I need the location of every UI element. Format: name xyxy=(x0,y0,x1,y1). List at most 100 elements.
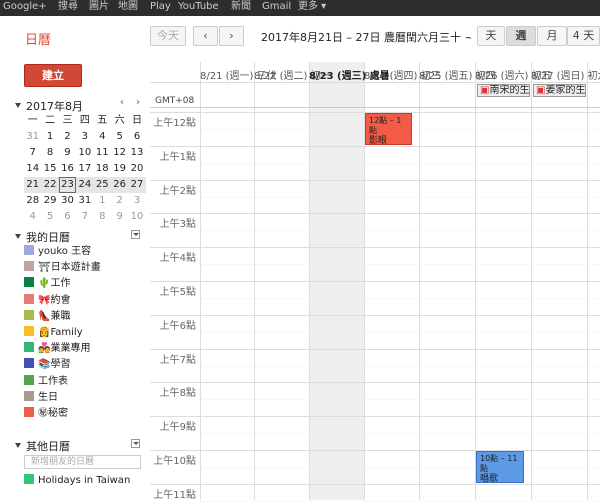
allday-event-chip[interactable]: ▣南宋的生 xyxy=(477,84,530,97)
topbar-link-8[interactable]: 更多 ▾ xyxy=(298,1,326,13)
mini-day[interactable]: 17 xyxy=(76,161,93,177)
mini-day[interactable]: 5 xyxy=(111,129,128,145)
collapse-my-calendars-icon[interactable] xyxy=(15,234,21,239)
view-day-button[interactable]: 天 xyxy=(477,26,505,46)
mini-day[interactable]: 3 xyxy=(128,193,145,209)
mini-day[interactable]: 10 xyxy=(128,209,145,225)
collapse-mini-cal-icon[interactable] xyxy=(15,103,21,108)
mini-weekday: 日 xyxy=(132,115,143,126)
topbar-link-4[interactable]: Play xyxy=(150,1,171,13)
event-block[interactable]: 12點 – 1點 影眼 xyxy=(365,113,412,146)
topbar-link-1[interactable]: 搜尋 xyxy=(58,1,78,13)
mini-day[interactable]: 6 xyxy=(128,129,145,145)
mini-day[interactable]: 11 xyxy=(94,145,111,161)
calendar-list-item[interactable]: 生日 xyxy=(24,390,58,405)
prev-week-button[interactable]: ‹ xyxy=(193,26,218,46)
mini-day[interactable]: 12 xyxy=(111,145,128,161)
calendar-name: Holidays in Taiwan xyxy=(38,475,131,486)
mini-day[interactable]: 20 xyxy=(128,161,145,177)
other-calendars-menu-icon[interactable] xyxy=(131,439,140,448)
calendar-color-swatch[interactable] xyxy=(24,277,34,288)
mini-day[interactable]: 5 xyxy=(41,209,58,225)
topbar-link-5[interactable]: YouTube xyxy=(178,1,219,13)
create-event-button[interactable]: 建立 xyxy=(24,64,82,87)
mini-day[interactable]: 4 xyxy=(94,129,111,145)
mini-day[interactable]: 23 xyxy=(58,177,77,193)
mini-day[interactable]: 19 xyxy=(111,161,128,177)
calendar-list-item[interactable]: ⛩日本遊計畫 xyxy=(24,261,101,275)
topbar-link-6[interactable]: 新聞 xyxy=(231,1,251,13)
mini-day[interactable]: 6 xyxy=(59,209,76,225)
topbar-link-7[interactable]: Gmail xyxy=(262,1,291,13)
mini-day[interactable]: 22 xyxy=(41,177,59,193)
calendar-list-item[interactable]: Holidays in Taiwan xyxy=(24,474,130,488)
mini-day[interactable]: 7 xyxy=(76,209,93,225)
calendar-list-item[interactable]: youko 王容 xyxy=(24,245,91,259)
mini-day[interactable]: 21 xyxy=(24,177,42,193)
add-friend-calendar-input[interactable]: 新增朋友的日曆 xyxy=(24,455,141,469)
mini-day[interactable]: 9 xyxy=(111,209,128,225)
mini-day[interactable]: 15 xyxy=(41,161,58,177)
mini-day[interactable]: 4 xyxy=(24,209,41,225)
mini-prev-month-button[interactable]: ‹ xyxy=(120,97,124,108)
topbar-link-0[interactable]: Google+ xyxy=(3,1,47,13)
mini-day[interactable]: 7 xyxy=(24,145,41,161)
mini-day[interactable]: 26 xyxy=(110,177,129,193)
allday-event-chip[interactable]: ▣姜家的生 xyxy=(533,84,586,97)
my-calendars-title[interactable]: 我的日曆 xyxy=(26,229,70,245)
view-4day-button[interactable]: 4 天 xyxy=(567,26,600,46)
mini-day[interactable]: 28 xyxy=(24,193,41,209)
calendar-list-item[interactable]: ㊙秘密 xyxy=(24,407,68,421)
calendar-list-item[interactable]: 👸Family xyxy=(24,326,83,340)
mini-day[interactable]: 1 xyxy=(94,193,111,209)
calendar-color-swatch[interactable] xyxy=(24,374,34,385)
mini-day[interactable]: 2 xyxy=(111,193,128,209)
mini-day[interactable]: 14 xyxy=(24,161,41,177)
calendar-color-swatch[interactable] xyxy=(24,309,34,320)
calendar-list-item[interactable]: 🌵工作 xyxy=(24,277,70,291)
mini-day[interactable]: 18 xyxy=(94,161,111,177)
mini-day[interactable]: 31 xyxy=(76,193,93,209)
topbar-link-3[interactable]: 地圖 xyxy=(118,1,138,13)
calendar-list-item[interactable]: 工作表 xyxy=(24,374,68,389)
event-block[interactable]: 10點 – 11點 唱歌 xyxy=(476,451,524,484)
mini-day[interactable]: 1 xyxy=(41,129,58,145)
view-week-button[interactable]: 週 xyxy=(506,26,536,46)
mini-day[interactable]: 25 xyxy=(93,177,111,193)
mini-day[interactable]: 13 xyxy=(128,145,145,161)
next-week-button[interactable]: › xyxy=(219,26,244,46)
calendar-list-item[interactable]: 👠兼職 xyxy=(24,309,70,324)
calendar-color-swatch[interactable] xyxy=(24,390,34,401)
mini-day[interactable]: 27 xyxy=(128,177,146,193)
calendar-list-item[interactable]: 📚學習 xyxy=(24,358,70,372)
calendar-color-swatch[interactable] xyxy=(24,358,34,369)
calendar-color-swatch[interactable] xyxy=(24,342,34,353)
mini-day[interactable]: 16 xyxy=(59,161,76,177)
mini-day[interactable]: 24 xyxy=(76,177,94,193)
calendar-list-item[interactable]: 🎀約會 xyxy=(24,293,70,308)
calendar-color-swatch[interactable] xyxy=(24,474,34,484)
collapse-other-calendars-icon[interactable] xyxy=(15,443,21,448)
mini-day[interactable]: 31 xyxy=(24,129,41,145)
calendar-color-swatch[interactable] xyxy=(24,293,34,304)
mini-day[interactable]: 8 xyxy=(41,145,58,161)
topbar-link-2[interactable]: 圖片 xyxy=(89,1,109,13)
mini-day[interactable]: 29 xyxy=(41,193,58,209)
calendar-color-swatch[interactable] xyxy=(24,407,34,417)
mini-day[interactable]: 10 xyxy=(76,145,93,161)
today-button[interactable]: 今天 xyxy=(150,26,186,46)
mini-day[interactable]: 3 xyxy=(76,129,93,145)
calendar-color-swatch[interactable] xyxy=(24,261,34,272)
day-header[interactable]: 8/27 (週日) 初六 xyxy=(531,67,600,82)
view-month-button[interactable]: 月 xyxy=(537,26,567,46)
my-calendars-menu-icon[interactable] xyxy=(131,230,140,239)
calendar-color-swatch[interactable] xyxy=(24,245,34,255)
mini-day[interactable]: 9 xyxy=(59,145,76,161)
mini-next-month-button[interactable]: › xyxy=(136,97,140,108)
calendar-color-swatch[interactable] xyxy=(24,326,34,336)
mini-day[interactable]: 8 xyxy=(94,209,111,225)
mini-day[interactable]: 2 xyxy=(59,129,76,145)
calendar-list-item[interactable]: 💑業業專用 xyxy=(24,342,90,356)
mini-day[interactable]: 30 xyxy=(59,193,76,209)
other-calendars-title[interactable]: 其他日曆 xyxy=(26,438,70,454)
